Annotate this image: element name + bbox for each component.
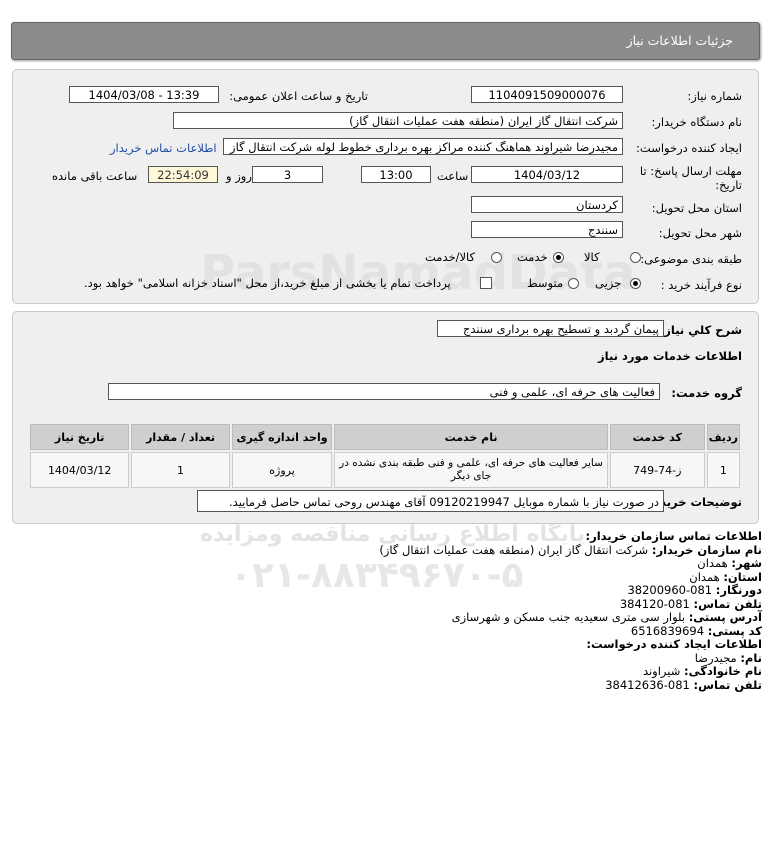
col-header-row-number: ردیف <box>706 424 740 450</box>
org-postal-line: کد پستی: 6516839694 <box>162 623 762 639</box>
creator-first-name-value: مجیدرضا <box>694 650 737 665</box>
category-option-service: خدمت <box>517 250 548 264</box>
deadline-label: مهلت ارسال پاسخ: تا <box>639 164 742 178</box>
creator-label: ایجاد کننده درخواست: <box>636 141 742 155</box>
category-option-goods: کالا <box>584 250 600 264</box>
deadline-time-field[interactable]: 13:00 <box>361 166 431 183</box>
creator-first-name-label: نام: <box>740 650 762 665</box>
org-address-value: بلوار سی متری سعیدیه جنب مسکن و شهرسازی <box>451 610 686 624</box>
creator-phone-value: 081-38412636 <box>605 677 690 692</box>
need-info-panel <box>12 69 759 304</box>
buyer-field[interactable]: شرکت انتقال گاز ایران (منطقه هفت عملیات … <box>173 112 623 129</box>
creator-phone-line: تلفن تماس: 081-38412636 <box>162 677 762 693</box>
services-table: ردیف کد خدمت نام خدمت واحد اندازه گیری ت… <box>28 422 742 490</box>
org-phone-line: تلفن تماس: 081-384120 <box>162 596 762 612</box>
org-postal-label: کد پستی: <box>707 623 762 638</box>
org-city-value: همدان <box>697 556 728 570</box>
cell-row-number: 1 <box>706 452 740 488</box>
creator-last-name-line: نام خانوادگی: شیراوند <box>162 664 762 679</box>
deadline-date-label: تاریخ: <box>715 178 742 192</box>
org-name-label: نام سازمان خریدار: <box>651 542 762 557</box>
process-option-medium: متوسط <box>527 276 564 290</box>
col-header-service-code: کد خدمت <box>609 424 705 450</box>
process-radio-partial[interactable] <box>630 278 641 289</box>
org-contact-heading: اطلاعات تماس سازمان خریدار: <box>585 529 762 543</box>
cell-service-code: ز-74-749 <box>609 452 705 488</box>
summary-field[interactable]: پیمان گردبد و تسطیح بهره برداری سنندج <box>437 320 664 337</box>
org-phone-value: 081-384120 <box>619 596 690 611</box>
process-radio-medium[interactable] <box>568 278 579 289</box>
treasury-text: پرداخت تمام یا بخشی از مبلغ خرید،از محل … <box>84 276 451 290</box>
creator-contact-heading: اطلاعات ایجاد کننده درخواست: <box>586 637 762 651</box>
col-header-service-name: نام خدمت <box>334 424 608 450</box>
org-postal-value: 6516839694 <box>630 623 705 638</box>
org-address-label: آدرس پستی: <box>688 610 762 624</box>
service-group-label: گروه خدمت: <box>671 386 742 400</box>
cell-unit: پروژه <box>231 452 333 488</box>
col-header-need-date: تاریخ نیاز <box>30 424 130 450</box>
buyer-label: نام دستگاه خریدار: <box>651 115 742 129</box>
province-label: استان محل تحویل: <box>651 201 742 215</box>
cell-service-name: سایر فعالیت های حرفه ای، علمی و فنی طبقه… <box>334 452 608 488</box>
org-province-label: استان: <box>723 569 762 584</box>
org-province-value: همدان <box>689 569 720 584</box>
table-row: 1 ز-74-749 سایر فعالیت های حرفه ای، علمی… <box>30 452 740 488</box>
need-number-label: شماره نیاز: <box>687 89 742 103</box>
deadline-date-field[interactable]: 1404/03/12 <box>471 166 623 183</box>
col-header-unit: واحد اندازه گیری <box>231 424 333 450</box>
creator-first-name-line: نام: مجیدرضا <box>162 650 762 666</box>
buyer-notes-field[interactable]: در صورت نیاز با شماره موبایل 09120219947… <box>197 490 664 512</box>
creator-field[interactable]: مجیدرضا شیراوند هماهنگ کننده مراکز بهره … <box>223 138 623 155</box>
org-fax-value: 081-38200960 <box>627 583 713 597</box>
buyer-contact-link[interactable]: اطلاعات تماس خریدار <box>110 141 217 155</box>
cell-need-date: 1404/03/12 <box>30 452 130 488</box>
page-header: جزئیات اطلاعات نیاز <box>11 22 760 60</box>
org-phone-label: تلفن تماس: <box>693 596 762 611</box>
days-remaining-field[interactable]: 3 <box>252 166 323 183</box>
org-name-line: نام سازمان خریدار: شرکت انتقال گاز ایران… <box>162 542 762 558</box>
province-field[interactable]: کردستان <box>471 196 623 213</box>
need-number-field[interactable]: 1104091509000076 <box>471 86 623 103</box>
days-label: روز و <box>226 169 252 183</box>
category-radio-goods-service[interactable] <box>491 252 502 263</box>
category-radio-goods[interactable] <box>630 252 641 263</box>
org-province-line: استان: همدان <box>162 569 762 585</box>
org-city-line: شهر: همدان <box>162 556 762 571</box>
remaining-label: ساعت باقی مانده <box>52 169 138 183</box>
remaining-time-field[interactable]: 22:54:09 <box>148 166 218 183</box>
announce-field[interactable]: 1404/03/08 - 13:39 <box>69 86 219 103</box>
treasury-checkbox[interactable] <box>480 277 492 289</box>
org-city-label: شهر: <box>731 556 762 570</box>
org-address-line: آدرس پستی: بلوار سی متری سعیدیه جنب مسکن… <box>162 610 762 625</box>
category-radio-service[interactable] <box>553 252 564 263</box>
org-fax-label: دورنگار: <box>715 583 762 597</box>
contact-section: اطلاعات تماس سازمان خریدار: نام سازمان خ… <box>162 529 762 693</box>
cell-quantity: 1 <box>131 452 230 488</box>
org-name-value: شرکت انتقال گاز ایران (منطقه هفت عملیات … <box>379 542 649 557</box>
services-heading: اطلاعات خدمات مورد نياز <box>598 349 742 363</box>
process-option-partial: جزیی <box>595 276 622 290</box>
process-label: نوع فرآیند خرید : <box>660 278 742 292</box>
col-header-quantity: تعداد / مقدار <box>131 424 230 450</box>
service-group-field[interactable]: فعالیت های حرفه ای، علمی و فنی <box>108 383 660 400</box>
city-field[interactable]: سنندج <box>471 221 623 238</box>
city-label: شهر محل تحویل: <box>658 226 742 240</box>
creator-last-name-value: شیراوند <box>642 664 681 678</box>
category-option-goods-service: کالا/خدمت <box>425 250 476 264</box>
summary-label: شرح کلي نياز: <box>659 323 742 337</box>
page-title: جزئیات اطلاعات نیاز <box>626 33 733 48</box>
org-fax-line: دورنگار: 081-38200960 <box>162 583 762 598</box>
table-header-row: ردیف کد خدمت نام خدمت واحد اندازه گیری ت… <box>30 424 740 450</box>
creator-phone-label: تلفن تماس: <box>693 677 762 692</box>
category-label: طبقه بندی موضوعی: <box>640 252 742 266</box>
creator-last-name-label: نام خانوادگی: <box>684 664 762 678</box>
announce-label: تاریخ و ساعت اعلان عمومی: <box>229 89 368 103</box>
deadline-time-label: ساعت <box>437 169 469 183</box>
